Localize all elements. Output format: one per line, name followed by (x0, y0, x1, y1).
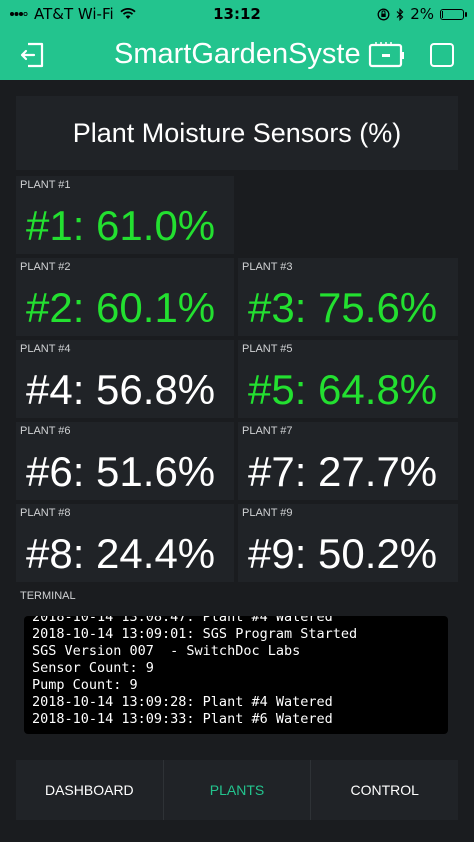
sensor-label: PLANT #5 (242, 343, 293, 355)
sensor-widget-4[interactable]: PLANT #4 #4: 56.8% (16, 340, 234, 418)
sensor-value: #6: 51.6% (26, 448, 216, 495)
sensor-widget-7[interactable]: PLANT #7 #7: 27.7% (238, 422, 458, 500)
sensor-widget-5[interactable]: PLANT #5 #5: 64.8% (238, 340, 458, 418)
sensor-value: #3: 75.6% (248, 284, 438, 331)
status-bar: AT&T Wi-Fi 13:12 2% (0, 0, 474, 28)
device-icon[interactable] (368, 42, 406, 68)
sensor-widget-1[interactable]: PLANT #1 #1: 61.0% (16, 176, 234, 254)
sensor-value: #8: 24.4% (26, 530, 216, 577)
terminal-line: 2018-10-14 13:08:47: Plant #4 Watered (32, 616, 333, 625)
terminal-output[interactable]: 2018-10-14 13:08:47: Plant #4 Watered 20… (24, 616, 448, 734)
square-icon[interactable] (430, 43, 454, 67)
status-right: 2% (377, 5, 467, 23)
orientation-lock-icon (377, 8, 390, 20)
tab-plants[interactable]: PLANTS (162, 760, 311, 820)
terminal-line: SGS Version 007 - SwitchDoc Labs (32, 643, 301, 659)
bottom-tab-bar: DASHBOARD PLANTS CONTROL (16, 760, 458, 820)
battery-percent: 2% (410, 5, 434, 23)
exit-icon[interactable] (18, 41, 46, 69)
sensor-widget-9[interactable]: PLANT #9 #9: 50.2% (238, 504, 458, 582)
app-title: SmartGardenSystem (114, 38, 360, 70)
sensor-value: #5: 64.8% (248, 366, 438, 413)
battery-icon (440, 8, 467, 20)
sensor-label: PLANT #1 (20, 179, 71, 191)
dashboard-heading: Plant Moisture Sensors (%) (72, 117, 402, 148)
app-header: SmartGardenSystem (0, 28, 474, 80)
terminal-line: Sensor Count: 9 (32, 660, 154, 676)
sensor-label: PLANT #4 (20, 343, 71, 355)
sensor-value: #4: 56.8% (26, 366, 216, 413)
signal-icon (10, 12, 28, 17)
bluetooth-icon (396, 7, 404, 21)
sensor-widget-6[interactable]: PLANT #6 #6: 51.6% (16, 422, 234, 500)
sensor-label: PLANT #9 (242, 507, 293, 519)
sensor-label: PLANT #3 (242, 261, 293, 273)
status-left: AT&T Wi-Fi (10, 5, 136, 23)
sensor-value: #7: 27.7% (248, 448, 438, 495)
wifi-icon (120, 8, 136, 19)
sensor-label: PLANT #2 (20, 261, 71, 273)
terminal-line: Pump Count: 9 (32, 677, 138, 693)
terminal-lines: 2018-10-14 13:08:47: Plant #4 Watered 20… (32, 616, 357, 728)
terminal-line: 2018-10-14 13:09:33: Plant #6 Watered (32, 711, 333, 727)
sensor-value: #1: 61.0% (26, 202, 216, 249)
sensor-widget-3[interactable]: PLANT #3 #3: 75.6% (238, 258, 458, 336)
tab-dashboard[interactable]: DASHBOARD (16, 760, 163, 820)
terminal-line: 2018-10-14 13:09:01: SGS Program Started (32, 626, 358, 642)
terminal-label: TERMINAL (20, 590, 76, 602)
sensor-value: #2: 60.1% (26, 284, 216, 331)
sensor-label: PLANT #7 (242, 425, 293, 437)
sensor-value: #9: 50.2% (248, 530, 438, 577)
sensor-widget-8[interactable]: PLANT #8 #8: 24.4% (16, 504, 234, 582)
carrier-text: AT&T Wi-Fi (34, 5, 114, 23)
sensor-label: PLANT #6 (20, 425, 71, 437)
sensor-label: PLANT #8 (20, 507, 71, 519)
dashboard-heading-panel: Plant Moisture Sensors (%) (16, 96, 458, 170)
tab-control[interactable]: CONTROL (310, 760, 458, 820)
sensor-widget-2[interactable]: PLANT #2 #2: 60.1% (16, 258, 234, 336)
terminal-line: 2018-10-14 13:09:28: Plant #4 Watered (32, 694, 333, 710)
